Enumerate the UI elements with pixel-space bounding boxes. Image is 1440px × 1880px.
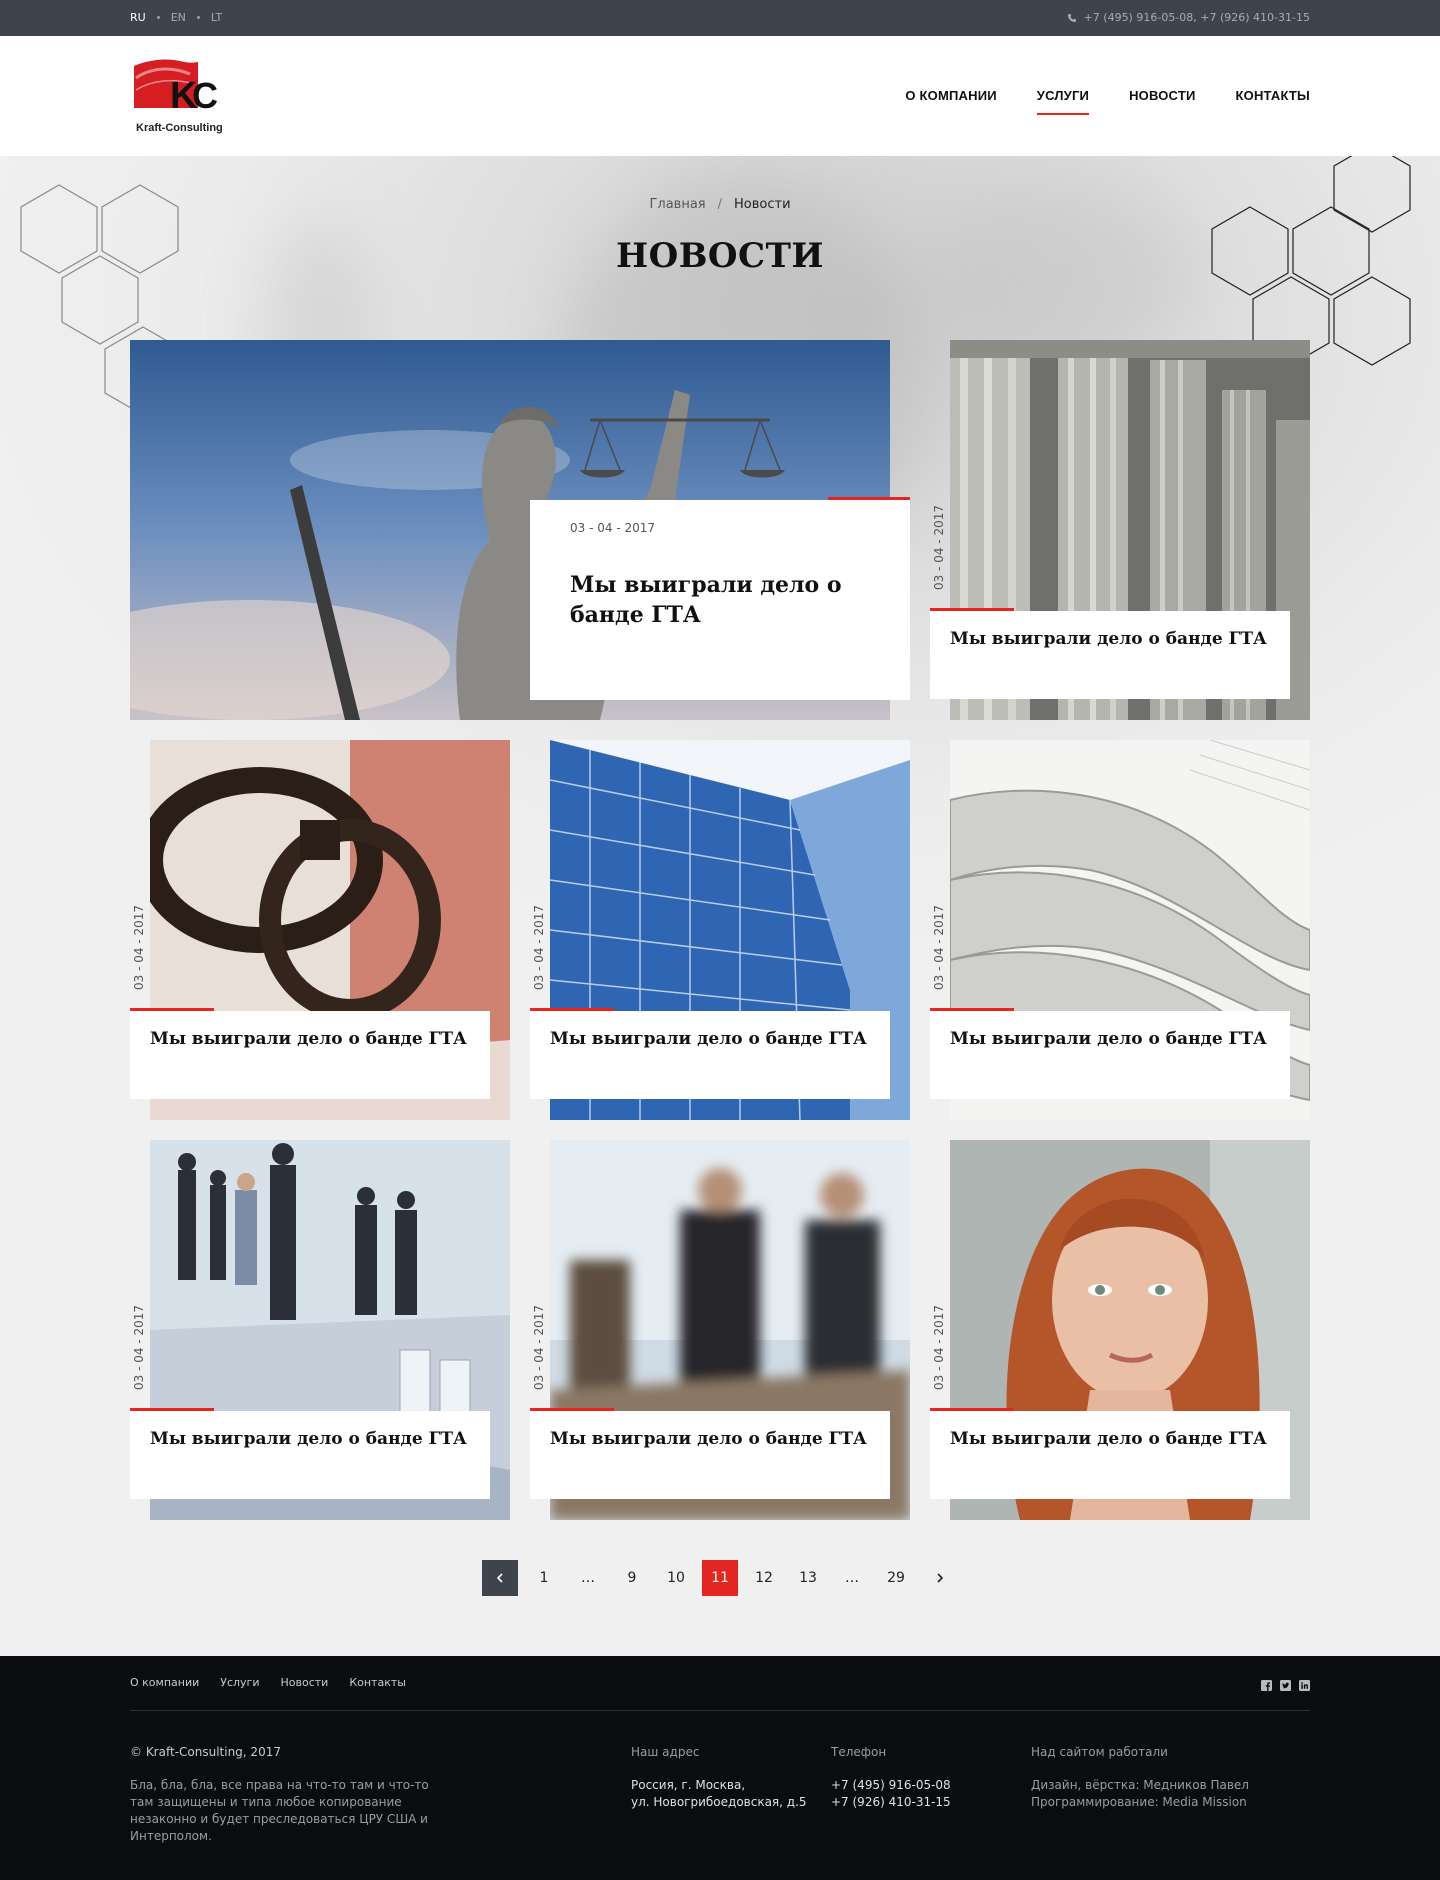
- phone-icon: [1067, 13, 1076, 22]
- chevron-left-icon: [496, 1573, 503, 1583]
- page-ellipsis: …: [581, 1570, 595, 1586]
- nav-services[interactable]: УСЛУГИ: [1036, 88, 1090, 115]
- page-link[interactable]: 10: [658, 1560, 694, 1596]
- phone-label: Телефон: [831, 1745, 887, 1759]
- pagination-next[interactable]: [922, 1560, 958, 1596]
- footer-address: Наш адрес Россия, г. Москва, ул. Новогри…: [631, 1744, 831, 1811]
- page-link[interactable]: 13: [790, 1560, 826, 1596]
- separator-dot: [156, 16, 160, 19]
- copyright-text: © Kraft-Consulting, 2017: [130, 1745, 281, 1759]
- site-footer: О компании Услуги Новости Контакты © Kra…: [0, 1656, 1440, 1880]
- pagination: 1 … 9 10 11 12 13 … 29: [0, 1560, 1440, 1596]
- linkedin-icon[interactable]: [1299, 1676, 1310, 1691]
- top-phones-text[interactable]: +7 (495) 916-05-08, +7 (926) 410-31-15: [1084, 11, 1310, 24]
- logo-caption: Kraft-Consulting: [136, 122, 223, 134]
- page-ellipsis: …: [845, 1570, 859, 1586]
- news-title[interactable]: Мы выиграли дело о банде ГТА: [550, 1027, 870, 1051]
- nav-about[interactable]: О КОМПАНИИ: [905, 88, 996, 103]
- news-card-box: [530, 1011, 890, 1099]
- news-card-box: [530, 1411, 890, 1499]
- accent-line: [930, 608, 1014, 611]
- breadcrumb: Главная / Новости: [0, 197, 1440, 212]
- credits-dev[interactable]: Программирование: Media Mission: [1031, 1794, 1310, 1811]
- accent-line: [130, 1008, 214, 1011]
- footer-copyright: © Kraft-Consulting, 2017 Бла, бла, бла, …: [130, 1744, 430, 1845]
- news-date: 03 - 04 - 2017: [932, 1305, 946, 1390]
- footer-link-about[interactable]: О компании: [130, 1676, 199, 1689]
- news-card-box: [130, 1411, 490, 1499]
- news-title[interactable]: Мы выиграли дело о банде ГТА: [550, 1427, 870, 1451]
- news-title[interactable]: Мы выиграли дело о банде ГТА: [950, 1027, 1270, 1051]
- address-label: Наш адрес: [631, 1745, 700, 1759]
- footer-link-news[interactable]: Новости: [280, 1676, 328, 1689]
- address-line-1: Россия, г. Москва,: [631, 1778, 746, 1792]
- credits-design: Дизайн, вёрстка: Медников Павел: [1031, 1778, 1249, 1792]
- page-title: НОВОСТИ: [615, 236, 825, 276]
- lang-ru[interactable]: RU: [130, 11, 146, 24]
- footer-nav: О компании Услуги Новости Контакты: [130, 1676, 406, 1689]
- news-date: 03 - 04 - 2017: [132, 905, 146, 990]
- footer-link-services[interactable]: Услуги: [220, 1676, 259, 1689]
- accent-line: [130, 1408, 214, 1411]
- social-links: [1261, 1676, 1310, 1691]
- site-header: K C Kraft-Consulting О КОМПАНИИ УСЛУГИ Н…: [0, 36, 1440, 156]
- top-phones: +7 (495) 916-05-08, +7 (926) 410-31-15: [1067, 11, 1310, 24]
- twitter-icon[interactable]: [1280, 1676, 1291, 1691]
- news-title[interactable]: Мы выиграли дело о банде ГТА: [570, 570, 870, 630]
- top-bar: RU EN LT +7 (495) 916-05-08, +7 (926) 41…: [0, 0, 1440, 36]
- news-date: 03 - 04 - 2017: [570, 521, 655, 535]
- accent-line: [930, 1008, 1014, 1011]
- language-switcher: RU EN LT: [130, 11, 222, 24]
- news-title[interactable]: Мы выиграли дело о банде ГТА: [150, 1427, 470, 1451]
- page-link[interactable]: 1: [526, 1560, 562, 1596]
- separator-dot: [196, 16, 200, 19]
- svg-text:C: C: [192, 75, 218, 116]
- page-link[interactable]: 12: [746, 1560, 782, 1596]
- chevron-right-icon: [937, 1573, 944, 1583]
- accent-line: [530, 1408, 614, 1411]
- news-date: 03 - 04 - 2017: [532, 1305, 546, 1390]
- news-card-box: [130, 1011, 490, 1099]
- page-link[interactable]: 9: [614, 1560, 650, 1596]
- news-title[interactable]: Мы выиграли дело о банде ГТА: [950, 627, 1270, 651]
- accent-line: [828, 497, 910, 500]
- news-date: 03 - 04 - 2017: [932, 505, 946, 590]
- page-link[interactable]: 29: [878, 1560, 914, 1596]
- pagination-prev[interactable]: [482, 1560, 518, 1596]
- news-date: 03 - 04 - 2017: [932, 905, 946, 990]
- nav-contacts[interactable]: КОНТАКТЫ: [1236, 88, 1310, 103]
- lang-lt[interactable]: LT: [211, 11, 222, 24]
- breadcrumb-separator: /: [717, 197, 723, 212]
- breadcrumb-home[interactable]: Главная: [649, 197, 705, 212]
- news-date: 03 - 04 - 2017: [532, 905, 546, 990]
- footer-divider: [130, 1710, 1310, 1711]
- footer-link-contacts[interactable]: Контакты: [349, 1676, 406, 1689]
- phone-1[interactable]: +7 (495) 916-05-08: [831, 1777, 1011, 1794]
- footer-credits: Над сайтом работали Дизайн, вёрстка: Мед…: [1031, 1744, 1310, 1811]
- news-title[interactable]: Мы выиграли дело о банде ГТА: [950, 1427, 1270, 1451]
- credits-label: Над сайтом работали: [1031, 1745, 1168, 1759]
- accent-line: [530, 1008, 614, 1011]
- nav-news[interactable]: НОВОСТИ: [1129, 88, 1195, 103]
- main-nav: О КОМПАНИИ УСЛУГИ НОВОСТИ КОНТАКТЫ: [905, 88, 1310, 115]
- phone-2[interactable]: +7 (926) 410-31-15: [831, 1794, 1011, 1811]
- footer-phones: Телефон +7 (495) 916-05-08 +7 (926) 410-…: [831, 1744, 1011, 1811]
- news-date: 03 - 04 - 2017: [132, 1305, 146, 1390]
- news-card-box: [930, 611, 1290, 699]
- breadcrumb-current: Новости: [734, 197, 791, 212]
- disclaimer-text: Бла, бла, бла, все права на что-то там и…: [130, 1778, 429, 1843]
- news-card-box: [930, 1011, 1290, 1099]
- address-line-2: ул. Новогрибоедовская, д.5: [631, 1795, 807, 1809]
- page-current[interactable]: 11: [702, 1560, 738, 1596]
- accent-line: [930, 1408, 1014, 1411]
- news-title[interactable]: Мы выиграли дело о банде ГТА: [150, 1027, 470, 1051]
- lang-en[interactable]: EN: [171, 11, 186, 24]
- facebook-icon[interactable]: [1261, 1676, 1272, 1691]
- news-card-box: [930, 1411, 1290, 1499]
